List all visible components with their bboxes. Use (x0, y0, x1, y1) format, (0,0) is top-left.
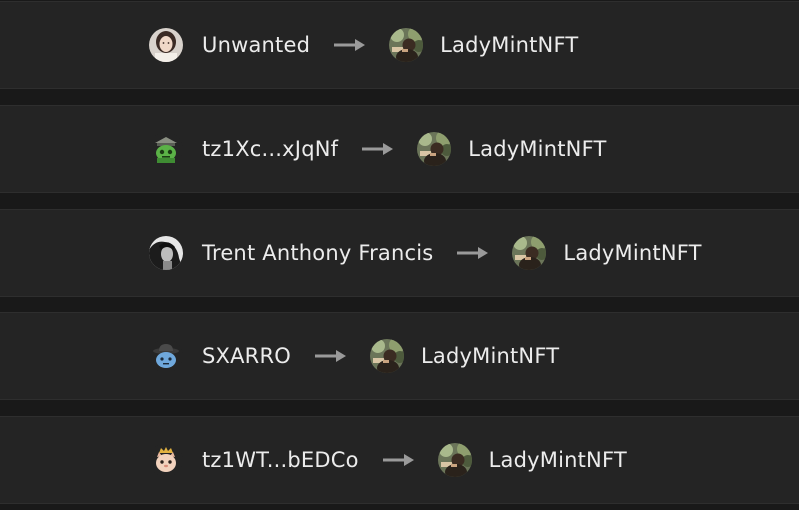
avatar-green-monster-icon[interactable] (149, 132, 183, 166)
transfer-row: SXARRO LadyMintNFT (0, 312, 799, 400)
avatar-woman-photo-icon[interactable] (149, 28, 183, 62)
avatar-ladymint-photo-icon[interactable] (370, 339, 404, 373)
transfer-row: Unwanted LadyMintNFT (0, 1, 799, 89)
arrow-right-icon (382, 454, 414, 466)
avatar-bw-portrait-icon[interactable] (149, 236, 183, 270)
avatar-ladymint-photo-icon[interactable] (389, 28, 424, 62)
arrow-right-icon (315, 350, 346, 362)
sender-name[interactable]: tz1Xc...xJqNf (202, 138, 338, 160)
recipient-name[interactable]: LadyMintNFT (421, 345, 559, 367)
arrow-right-icon (334, 39, 366, 51)
avatar-cat-crown-icon[interactable] (149, 443, 183, 477)
transfer-row: Trent Anthony Francis LadyMintNFT (0, 209, 799, 297)
avatar-ladymint-photo-icon[interactable] (512, 236, 547, 270)
avatar-blue-character-hat-icon[interactable] (149, 339, 183, 373)
sender-name[interactable]: Trent Anthony Francis (202, 242, 433, 264)
sender-name[interactable]: SXARRO (202, 345, 291, 367)
arrow-right-icon (457, 247, 489, 259)
avatar-ladymint-photo-icon[interactable] (417, 132, 452, 166)
recipient-name[interactable]: LadyMintNFT (563, 242, 701, 264)
recipient-name[interactable]: LadyMintNFT (440, 34, 578, 56)
arrow-right-icon (362, 143, 394, 155)
transfer-row: tz1Xc...xJqNf LadyMintNFT (0, 105, 799, 193)
sender-name[interactable]: Unwanted (202, 34, 310, 56)
recipient-name[interactable]: LadyMintNFT (489, 449, 627, 471)
sender-name[interactable]: tz1WT...bEDCo (202, 449, 359, 471)
recipient-name[interactable]: LadyMintNFT (468, 138, 606, 160)
transfer-row: tz1WT...bEDCo LadyMintNFT (0, 416, 799, 504)
avatar-ladymint-photo-icon[interactable] (437, 443, 472, 477)
